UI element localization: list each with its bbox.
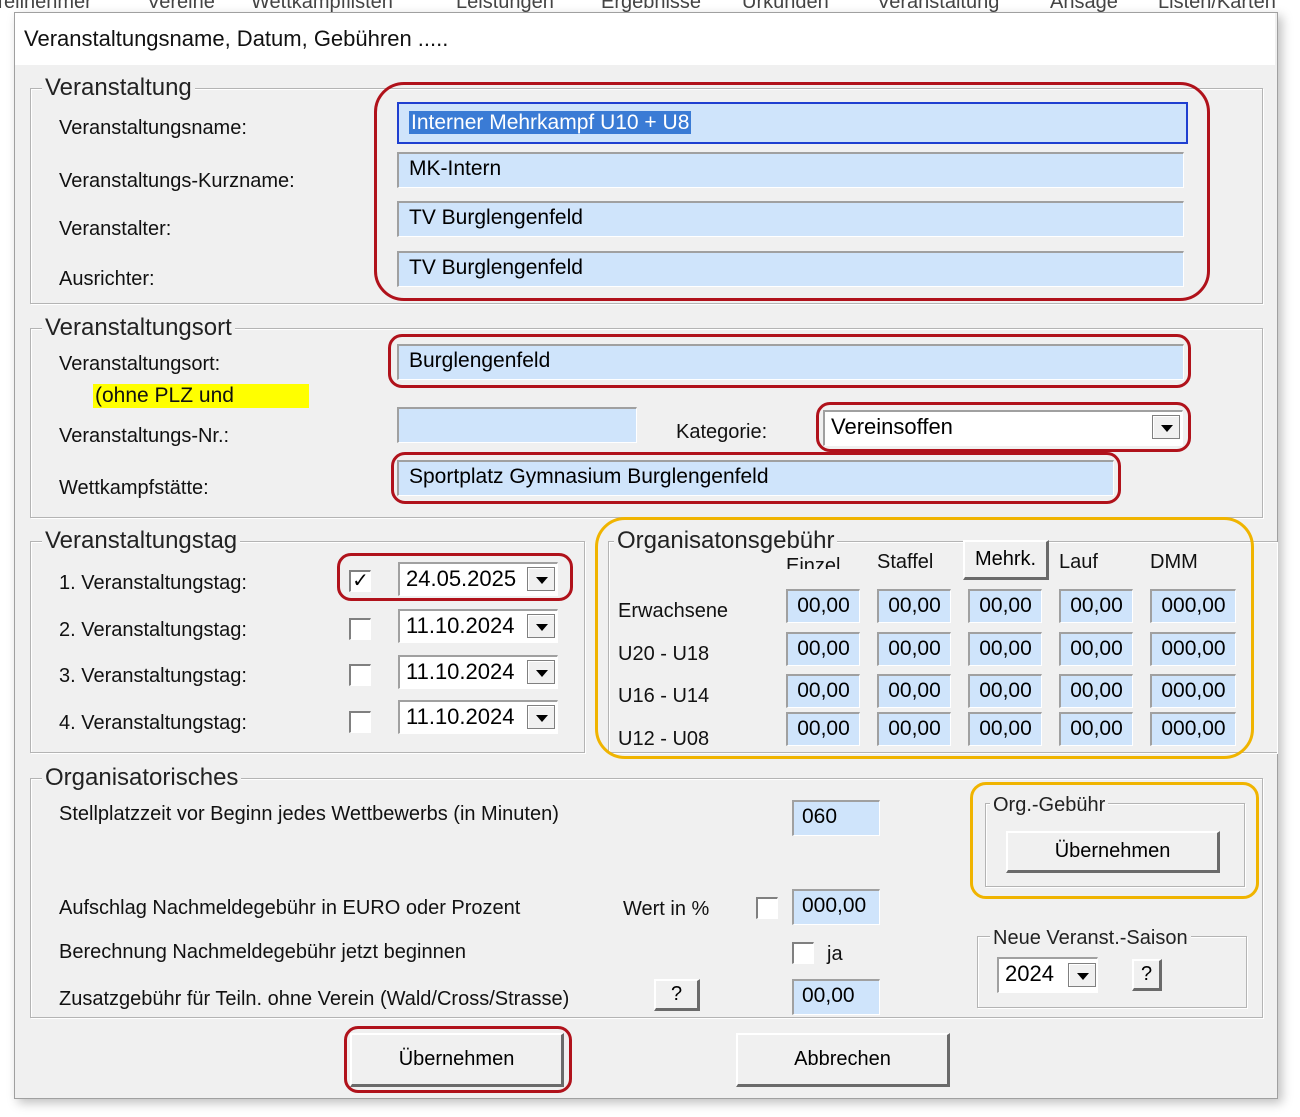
zusatzgebuehr-field[interactable]: 00,00 (792, 979, 880, 1015)
label-veranstaltungsname: Veranstaltungsname: (59, 117, 247, 139)
label-veranstaltungsort: Veranstaltungsort: (59, 353, 221, 375)
label-tag-2: 2. Veranstaltungstag: (59, 619, 247, 641)
menu-item-urkunden[interactable]: Urkunden (742, 0, 829, 12)
help-button-zusatz[interactable]: ? (654, 979, 700, 1011)
highlight-tag-1 (337, 553, 573, 601)
highlight-organisationsgebuehr (595, 517, 1254, 759)
label-wert-in-prozent: Wert in % (623, 898, 710, 920)
legend-veranstaltungstag: Veranstaltungstag (42, 528, 241, 554)
date-tag-4-value: 11.10.2024 (406, 704, 515, 729)
chevron-down-icon (1077, 973, 1089, 980)
checkbox-tag-3[interactable] (349, 664, 371, 686)
label-kategorie: Kategorie: (676, 421, 768, 443)
hint-ohne-plz: (ohne PLZ und (93, 384, 309, 408)
label-veranstalter: Veranstalter: (59, 218, 172, 240)
menu-item-teilnehmer[interactable]: Teilnehmer (0, 0, 92, 12)
label-berechnung: Berechnung Nachmeldegebühr jetzt beginne… (59, 941, 466, 963)
label-tag-3: 3. Veranstaltungstag: (59, 665, 247, 687)
chevron-down-icon (536, 624, 548, 631)
menu-bar: Teilnehmer Vereine Wettkampflisten Leist… (0, 0, 1300, 12)
chevron-down-icon (536, 670, 548, 677)
highlight-uebernehmen-button (344, 1026, 572, 1093)
checkbox-tag-4[interactable] (349, 711, 371, 733)
date-tag-3-value: 11.10.2024 (406, 659, 515, 684)
legend-neue-saison: Neue Veranst.-Saison (990, 925, 1191, 951)
date-tag-3-dropdown[interactable] (527, 660, 555, 684)
checkbox-tag-2[interactable] (349, 618, 371, 640)
window-title: Veranstaltungsname, Datum, Gebühren ....… (24, 26, 449, 51)
label-veranstaltungs-nr: Veranstaltungs-Nr.: (59, 425, 230, 447)
label-stellplatzzeit: Stellplatzzeit vor Beginn jedes Wettbewe… (59, 803, 559, 825)
highlight-veranstaltung-fields (374, 82, 1210, 301)
abbrechen-button[interactable]: Abbrechen (736, 1033, 950, 1087)
label-zusatzgebuehr: Zusatzgebühr für Teiln. ohne Verein (Wal… (59, 988, 570, 1010)
date-tag-2-dropdown[interactable] (527, 614, 555, 638)
label-kurzname: Veranstaltungs-Kurzname: (59, 170, 295, 192)
label-tag-4: 4. Veranstaltungstag: (59, 712, 247, 734)
help-button-saison[interactable]: ? (1132, 959, 1162, 991)
date-tag-4-dropdown[interactable] (527, 705, 555, 729)
saison-value: 2024 (1005, 961, 1054, 986)
menu-item-veranstaltung[interactable]: Veranstaltung (877, 0, 999, 12)
menu-item-wettkampflisten[interactable]: Wettkampflisten (251, 0, 393, 12)
label-ausrichter: Ausrichter: (59, 268, 155, 290)
veranstaltungs-nr-field[interactable] (397, 407, 637, 443)
aufschlag-field[interactable]: 000,00 (792, 889, 880, 925)
stellplatzzeit-field[interactable]: 060 (792, 800, 880, 836)
highlight-kategorie (816, 402, 1191, 452)
highlight-org-gebuehr (970, 782, 1259, 899)
menu-item-vereine[interactable]: Vereine (147, 0, 215, 12)
legend-veranstaltungsort: Veranstaltungsort (42, 315, 235, 341)
saison-dropdown-button[interactable] (1068, 963, 1096, 987)
checkbox-wert-in-prozent[interactable] (756, 897, 778, 919)
checkbox-berechnung-ja[interactable] (792, 942, 814, 964)
chevron-down-icon (536, 715, 548, 722)
label-ja: ja (827, 943, 843, 965)
label-wettkampfstaette: Wettkampfstätte: (59, 477, 209, 499)
label-tag-1: 1. Veranstaltungstag: (59, 572, 247, 594)
menu-item-leistungen[interactable]: Leistungen (456, 0, 554, 12)
menu-item-listen-karten[interactable]: Listen/Karten (1158, 0, 1276, 12)
legend-veranstaltung: Veranstaltung (42, 75, 195, 101)
menu-item-ansage[interactable]: Ansage (1050, 0, 1118, 12)
date-tag-2-value: 11.10.2024 (406, 613, 515, 638)
label-aufschlag: Aufschlag Nachmeldegebühr in EURO oder P… (59, 897, 521, 919)
menu-item-ergebnisse[interactable]: Ergebnisse (601, 0, 701, 12)
legend-organisatorisches: Organisatorisches (42, 765, 242, 791)
highlight-veranstaltungsort (388, 334, 1191, 388)
highlight-wettkampfstaette (391, 452, 1121, 504)
